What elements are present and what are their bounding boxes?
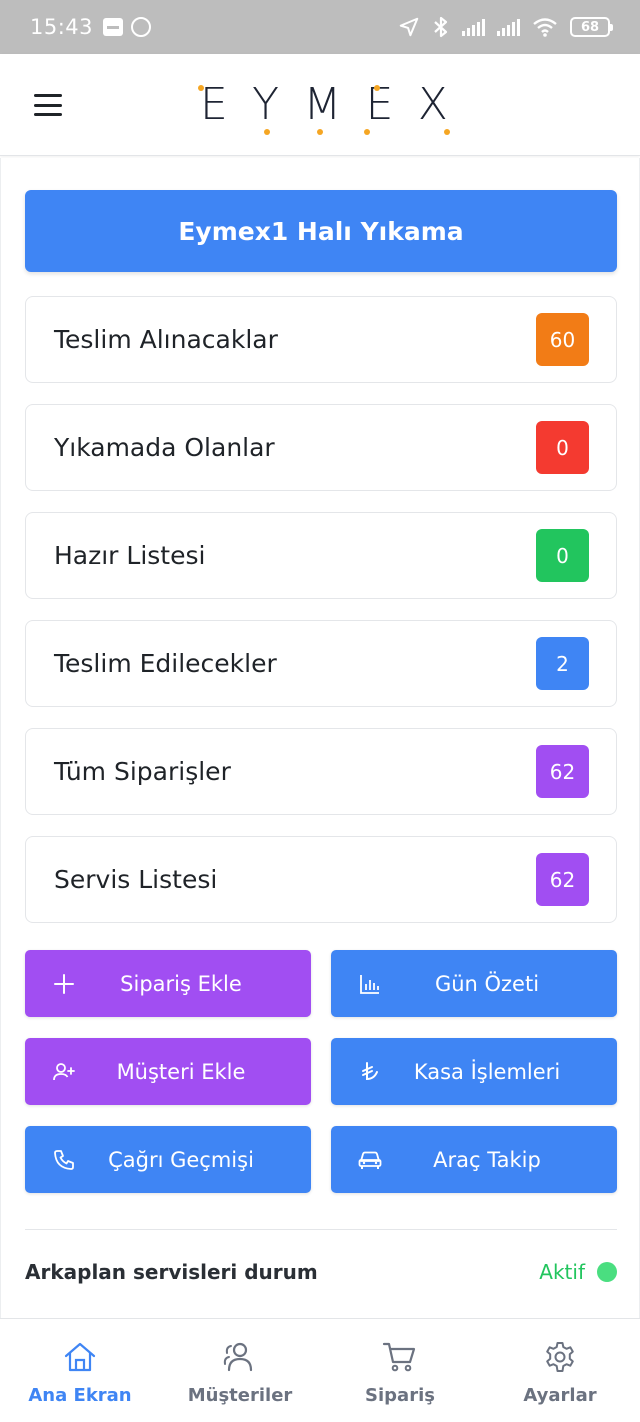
- day-summary-button[interactable]: Gün Özeti: [331, 950, 617, 1017]
- status-card-washing[interactable]: Yıkamada Olanlar 0: [25, 404, 617, 491]
- count-badge: 60: [536, 313, 589, 366]
- count-badge: 0: [536, 421, 589, 474]
- home-content: Eymex1 Halı Yıkama Teslim Alınacaklar 60…: [0, 158, 640, 1318]
- status-card-ready[interactable]: Hazır Listesi 0: [25, 512, 617, 599]
- status-dot-icon: [597, 1262, 617, 1282]
- users-icon: [222, 1339, 258, 1375]
- phone-icon: [51, 1147, 77, 1173]
- status-card-label: Teslim Edilecekler: [54, 649, 277, 678]
- count-badge: 62: [536, 745, 589, 798]
- vehicle-tracking-button[interactable]: Araç Takip: [331, 1126, 617, 1193]
- add-order-button[interactable]: Sipariş Ekle: [25, 950, 311, 1017]
- bluetooth-icon: [434, 16, 448, 38]
- cash-operations-button[interactable]: Kasa İşlemleri: [331, 1038, 617, 1105]
- status-time: 15:43: [30, 15, 94, 39]
- signal-icon: [462, 18, 485, 36]
- notification-icon: [103, 18, 124, 36]
- menu-icon[interactable]: [34, 94, 62, 116]
- status-card-label: Servis Listesi: [54, 865, 218, 894]
- car-icon: [357, 1147, 383, 1173]
- nav-item-order[interactable]: Sipariş: [320, 1319, 480, 1422]
- count-badge: 0: [536, 529, 589, 582]
- status-card-label: Yıkamada Olanlar: [54, 433, 275, 462]
- status-card-service-list[interactable]: Servis Listesi 62: [25, 836, 617, 923]
- lira-icon: [357, 1059, 383, 1085]
- count-badge: 2: [536, 637, 589, 690]
- gear-icon: [542, 1339, 578, 1375]
- nav-item-customers[interactable]: Müşteriler: [160, 1319, 320, 1422]
- status-card-label: Teslim Alınacaklar: [54, 325, 278, 354]
- app-header: E Y M E X: [0, 54, 640, 156]
- divider: [25, 1229, 617, 1230]
- status-card-pickup[interactable]: Teslim Alınacaklar 60: [25, 296, 617, 383]
- bottom-navigation: Ana Ekran Müşteriler Sipariş Ayarlar: [0, 1318, 640, 1422]
- wifi-icon: [533, 18, 557, 37]
- nav-item-home[interactable]: Ana Ekran: [0, 1319, 160, 1422]
- business-name-banner[interactable]: Eymex1 Halı Yıkama: [25, 190, 617, 272]
- location-icon: [399, 17, 419, 37]
- bar-chart-icon: [357, 971, 383, 997]
- status-bar: 15:43 68: [0, 0, 640, 54]
- signal-icon: [497, 18, 520, 36]
- status-card-delivery[interactable]: Teslim Edilecekler 2: [25, 620, 617, 707]
- status-card-label: Hazır Listesi: [54, 541, 206, 570]
- background-services-row: Arkaplan servisleri durum Aktif: [25, 1254, 617, 1290]
- plus-icon: [51, 971, 77, 997]
- status-card-all-orders[interactable]: Tüm Siparişler 62: [25, 728, 617, 815]
- nav-item-settings[interactable]: Ayarlar: [480, 1319, 640, 1422]
- battery-icon: 68: [570, 17, 613, 37]
- app-notification-icon: [131, 17, 152, 37]
- cart-icon: [382, 1339, 418, 1375]
- status-card-label: Tüm Siparişler: [54, 757, 231, 786]
- add-customer-button[interactable]: Müşteri Ekle: [25, 1038, 311, 1105]
- background-services-status: Aktif: [539, 1260, 585, 1284]
- user-plus-icon: [51, 1059, 77, 1085]
- background-services-label: Arkaplan servisleri durum: [25, 1260, 318, 1284]
- eymex-logo: E Y M E X: [198, 76, 450, 135]
- call-history-button[interactable]: Çağrı Geçmişi: [25, 1126, 311, 1193]
- count-badge: 62: [536, 853, 589, 906]
- home-icon: [62, 1339, 98, 1375]
